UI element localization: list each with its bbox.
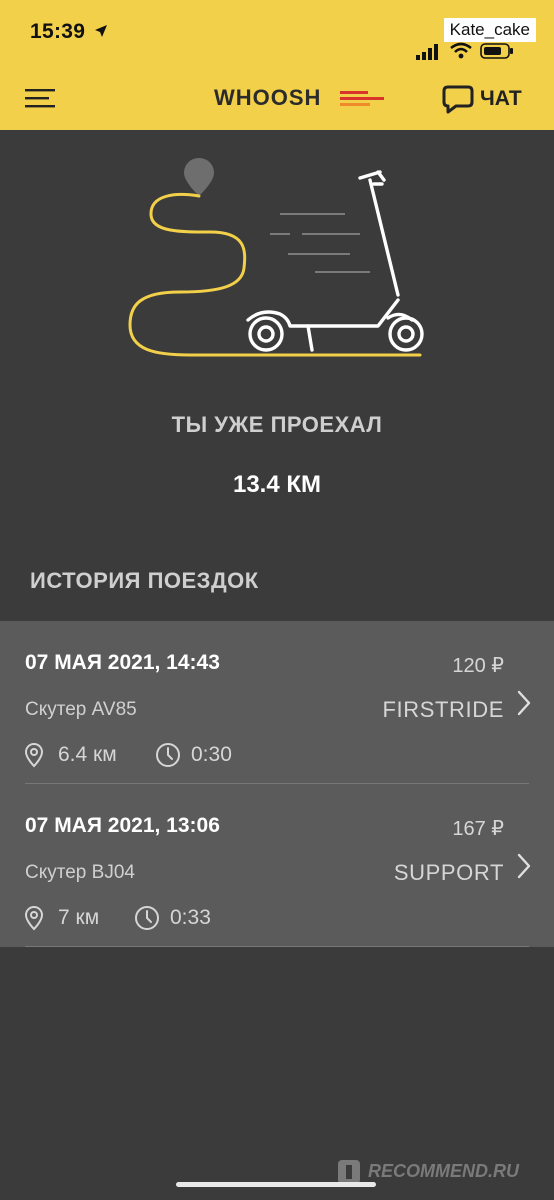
clock-icon: [135, 906, 159, 930]
clock-icon: [156, 743, 180, 767]
trip-price: 167 ₽: [452, 818, 504, 840]
trip-date: 07 МАЯ 2021, 14:43: [25, 651, 220, 674]
location-pin-icon: [24, 742, 44, 768]
speed-lines: [270, 213, 370, 273]
trip-item[interactable]: 07 МАЯ 2021, 13:06 167 ₽ Скутер BJ04 SUP…: [0, 784, 554, 947]
wifi-icon: [450, 42, 472, 59]
chat-label: ЧАТ: [480, 87, 522, 110]
trip-scooter-id: Скутер AV85: [25, 699, 137, 720]
trip-distance: 7 км: [58, 906, 100, 929]
hamburger-icon: [25, 89, 55, 108]
trip-history-title: ИСТОРИЯ ПОЕЗДОК: [30, 568, 259, 593]
distance-total-value: 13.4 КМ: [232, 471, 322, 498]
scooter-icon: [246, 170, 424, 352]
status-icons: Kate_cake: [416, 18, 536, 60]
scooter-route-illustration: [128, 158, 424, 357]
watermark-user: Kate_cake: [443, 18, 536, 42]
trip-promo-code: SUPPORT: [393, 860, 504, 885]
chevron-right-icon: [517, 690, 531, 716]
home-indicator[interactable]: [176, 1182, 376, 1187]
menu-button[interactable]: [25, 86, 57, 110]
trip-duration: 0:33: [170, 906, 211, 929]
chat-bubble-icon: [442, 85, 474, 114]
location-arrow-icon: [95, 25, 108, 37]
logo-text: WHOOSH: [214, 85, 322, 110]
trip-list: 07 МАЯ 2021, 14:43 120 ₽ Скутер AV85 FIR…: [0, 621, 554, 947]
trip-item[interactable]: 07 МАЯ 2021, 14:43 120 ₽ Скутер AV85 FIR…: [0, 621, 554, 784]
trip-divider: [25, 946, 529, 947]
trip-promo-code: FIRSTRIDE: [382, 697, 504, 722]
status-time: 15:39: [30, 20, 108, 44]
battery-icon: [480, 43, 513, 59]
route-line: [128, 192, 422, 357]
cellular-signal-icon: [416, 44, 438, 60]
top-bar: 15:39 Kate_cake WHOOSH ЧАТ: [0, 0, 554, 130]
whoosh-logo: WHOOSH: [214, 84, 390, 112]
chat-button[interactable]: ЧАТ: [440, 82, 540, 114]
trip-duration: 0:30: [191, 743, 232, 766]
route-pin-icon: [184, 158, 214, 196]
recommend-watermark-text: RECOMMEND.RU: [368, 1161, 519, 1181]
trip-distance: 6.4 км: [58, 743, 117, 766]
location-pin-icon: [24, 905, 44, 931]
chevron-right-icon: [517, 853, 531, 879]
trip-date: 07 МАЯ 2021, 13:06: [25, 814, 220, 837]
logo-speed-stripes: [340, 91, 384, 106]
distance-total-label: ТЫ УЖЕ ПРОЕХАЛ: [171, 412, 383, 437]
status-time-text: 15:39: [30, 20, 86, 43]
trip-scooter-id: Скутер BJ04: [25, 862, 135, 883]
trip-price: 120 ₽: [452, 655, 504, 677]
